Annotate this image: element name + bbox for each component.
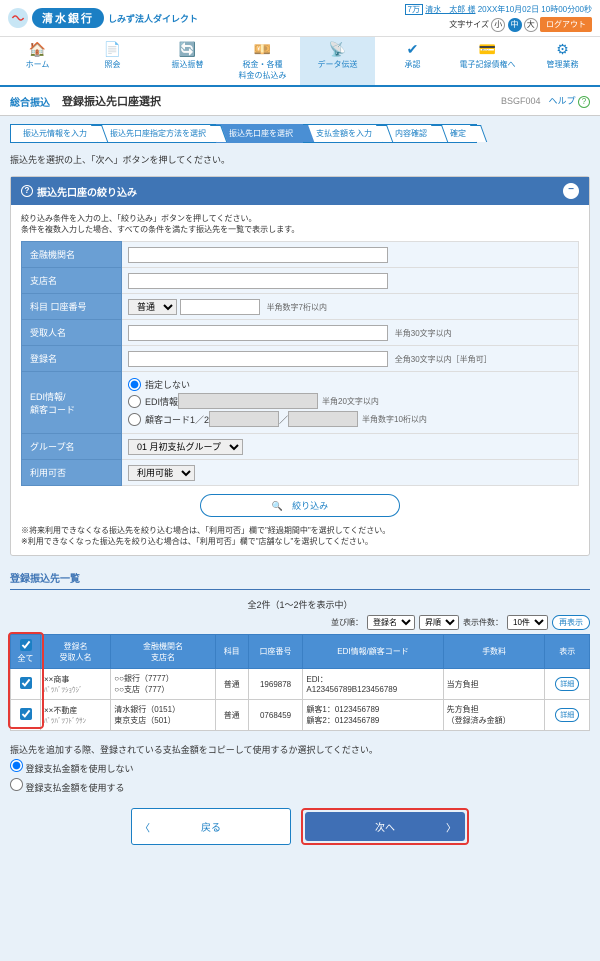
user-name-link[interactable]: 清水 太郎 様: [425, 5, 475, 14]
group-select[interactable]: 01 月初支払グループ: [128, 439, 243, 455]
row-checkbox[interactable]: [20, 677, 32, 689]
filter-note: 絞り込み条件を入力の上、「絞り込み」ボタンを押してください。条件を複数入力した場…: [21, 213, 579, 235]
timestamp: 20XX年10月02日 10時00分00秒: [478, 5, 592, 14]
branch-input[interactable]: [128, 273, 388, 289]
back-button[interactable]: 〈戻る: [131, 808, 291, 845]
payee-input[interactable]: [128, 325, 388, 341]
page-code: BSGF004: [501, 96, 541, 106]
account-number-input[interactable]: [180, 299, 260, 315]
label-branch: 支店名: [22, 268, 122, 294]
font-small-button[interactable]: 小: [491, 18, 505, 32]
step-0: 振込元情報を入力: [10, 124, 98, 143]
nav-6[interactable]: 💳電子記録債権へ: [450, 37, 525, 85]
edi-code2-input[interactable]: [288, 411, 358, 427]
label-edi: EDI情報/ 顧客コード: [22, 372, 122, 434]
bank-name: 清水銀行: [32, 8, 104, 28]
redisplay-button[interactable]: 再表示: [552, 615, 590, 630]
step-1: 振込先口座指定方法を選択: [97, 124, 217, 143]
list-count: 全2件（1～2件を表示中）: [10, 598, 590, 611]
nav-4[interactable]: 📡データ伝送: [300, 37, 375, 85]
copy-instruction: 振込先を追加する際、登録されている支払金額をコピーして使用するか選択してください…: [10, 743, 590, 756]
page-instruction: 振込先を選択の上、「次へ」ボタンを押してください。: [10, 153, 590, 166]
nav-1[interactable]: 📄照会: [75, 37, 150, 85]
logout-button[interactable]: ログアウト: [540, 17, 592, 32]
label-account: 科目 口座番号: [22, 294, 122, 320]
nav-0[interactable]: 🏠ホーム: [0, 37, 75, 85]
detail-button[interactable]: 詳細: [555, 677, 579, 691]
order-select[interactable]: 昇順: [419, 615, 459, 630]
bank-input[interactable]: [128, 247, 388, 263]
user-badge: 7万: [405, 4, 423, 15]
font-size-label: 文字サイズ: [449, 20, 489, 29]
label-bank: 金融機関名: [22, 242, 122, 268]
help-link[interactable]: ヘルプ ?: [548, 94, 590, 108]
list-section-title: 登録振込先一覧: [10, 566, 590, 590]
collapse-icon[interactable]: −: [563, 183, 579, 199]
nav-7[interactable]: ⚙管理業務: [525, 37, 600, 85]
detail-button[interactable]: 詳細: [555, 708, 579, 722]
table-row: ××不動産ﾊﾞﾂﾊﾞﾂﾌﾄﾞｳｻﾝ清水銀行（0151）東京支店（501）普通07…: [11, 700, 590, 731]
edi-code-radio[interactable]: [128, 413, 141, 426]
copy-no-radio[interactable]: [10, 759, 23, 772]
account-type-select[interactable]: 普通: [128, 299, 177, 315]
step-2: 振込先口座を選択: [216, 124, 304, 143]
copy-yes-radio[interactable]: [10, 778, 23, 791]
filter-panel-header[interactable]: ?振込先口座の絞り込み −: [11, 177, 589, 205]
edi-code1-input[interactable]: [209, 411, 279, 427]
sort-select[interactable]: 登録名: [367, 615, 415, 630]
step-3: 支払金額を入力: [303, 124, 383, 143]
page-title: 登録振込先口座選択: [62, 93, 161, 109]
edi-none-radio[interactable]: [128, 378, 141, 391]
label-regname: 登録名: [22, 346, 122, 372]
label-group: グループ名: [22, 434, 122, 460]
label-avail: 利用可否: [22, 460, 122, 486]
nav-2[interactable]: 🔄振込振替: [150, 37, 225, 85]
rows-select[interactable]: 10件: [507, 615, 548, 630]
bank-logo-icon: [8, 8, 28, 28]
label-payee: 受取人名: [22, 320, 122, 346]
service-name: しみず法人ダイレクト: [108, 12, 198, 25]
nav-3[interactable]: 💴税金・各種料金の払込み: [225, 37, 300, 85]
nav-5[interactable]: ✔承認: [375, 37, 450, 85]
filter-button[interactable]: 🔍 絞り込み: [200, 494, 400, 517]
next-button[interactable]: 次へ〉: [305, 812, 465, 841]
table-row: ××商事ﾊﾞﾂﾊﾞﾂｼｮｳｼﾞ○○銀行（7777）○○支店（777）普通1969…: [11, 669, 590, 700]
row-checkbox[interactable]: [20, 708, 32, 720]
font-large-button[interactable]: 大: [524, 18, 538, 32]
page-category: 総合振込: [10, 94, 50, 109]
edi-info-input[interactable]: [178, 393, 318, 409]
edi-info-radio[interactable]: [128, 395, 141, 408]
regname-input[interactable]: [128, 351, 388, 367]
avail-select[interactable]: 利用可能: [128, 465, 195, 481]
select-all-checkbox[interactable]: [20, 639, 32, 651]
font-medium-button[interactable]: 中: [508, 18, 522, 32]
filter-warning: ※将来利用できなくなる振込先を絞り込む場合は、「利用可否」欄で"経過期間中"を選…: [21, 525, 579, 547]
